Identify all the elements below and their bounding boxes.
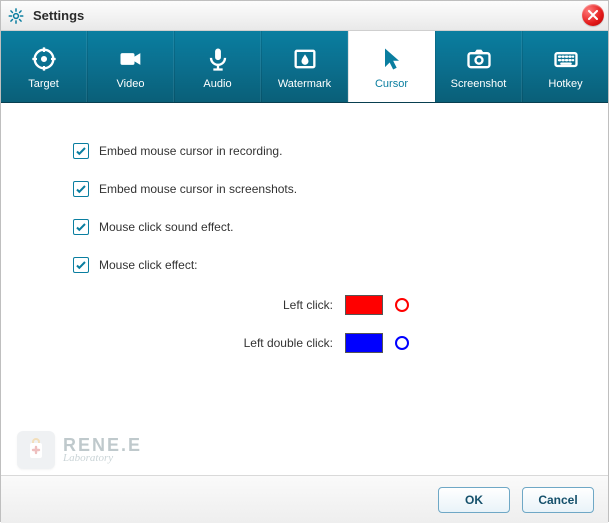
row-left-click: Left click: [73,295,560,315]
ok-button[interactable]: OK [438,487,510,513]
option-embed-screenshots: Embed mouse cursor in screenshots. [73,181,560,197]
checkbox-embed-screenshots[interactable] [73,181,89,197]
tab-label: Video [117,78,145,90]
brand-line2: Laboratory [63,452,142,464]
row-left-double-click: Left double click: [73,333,560,353]
gear-icon [7,7,25,25]
hotkey-icon [552,44,580,74]
tab-video[interactable]: Video [87,31,174,102]
option-click-effect: Mouse click effect: [73,257,560,273]
tab-label: Audio [203,78,231,90]
option-embed-recording: Embed mouse cursor in recording. [73,143,560,159]
option-click-sound: Mouse click sound effect. [73,219,560,235]
watermark-icon [291,44,319,74]
option-label: Embed mouse cursor in recording. [99,144,282,158]
tab-watermark[interactable]: Watermark [261,31,348,102]
settings-panel-cursor: Embed mouse cursor in recording. Embed m… [1,103,608,475]
tab-label: Watermark [278,78,331,90]
tab-audio[interactable]: Audio [174,31,261,102]
tabstrip: Target Video Audio Watermark [1,31,608,103]
audio-icon [204,44,232,74]
window-title: Settings [33,8,84,23]
tab-cursor[interactable]: Cursor [348,31,435,102]
dialog-footer: OK Cancel [1,475,608,523]
tab-label: Hotkey [548,78,582,90]
checkbox-click-effect[interactable] [73,257,89,273]
tab-screenshot[interactable]: Screenshot [435,31,522,102]
brand-badge-icon [17,431,55,469]
tab-label: Cursor [375,78,408,90]
tab-label: Target [28,78,59,90]
cancel-button[interactable]: Cancel [522,487,594,513]
close-button[interactable] [582,4,604,26]
video-icon [117,44,145,74]
option-label: Mouse click sound effect. [99,220,234,234]
left-double-click-color-swatch[interactable] [345,333,383,353]
titlebar: Settings [1,1,608,31]
left-click-color-swatch[interactable] [345,295,383,315]
left-click-radio[interactable] [395,298,409,312]
target-icon [30,44,58,74]
tab-label: Screenshot [451,78,507,90]
brand-watermark: RENE.E Laboratory [17,431,142,469]
tab-hotkey[interactable]: Hotkey [522,31,608,102]
cursor-icon [378,44,406,74]
checkbox-embed-recording[interactable] [73,143,89,159]
left-click-label: Left click: [73,298,333,312]
tab-target[interactable]: Target [1,31,87,102]
screenshot-icon [465,44,493,74]
left-double-click-label: Left double click: [73,336,333,350]
option-label: Embed mouse cursor in screenshots. [99,182,297,196]
left-double-click-radio[interactable] [395,336,409,350]
option-label: Mouse click effect: [99,258,197,272]
checkbox-click-sound[interactable] [73,219,89,235]
